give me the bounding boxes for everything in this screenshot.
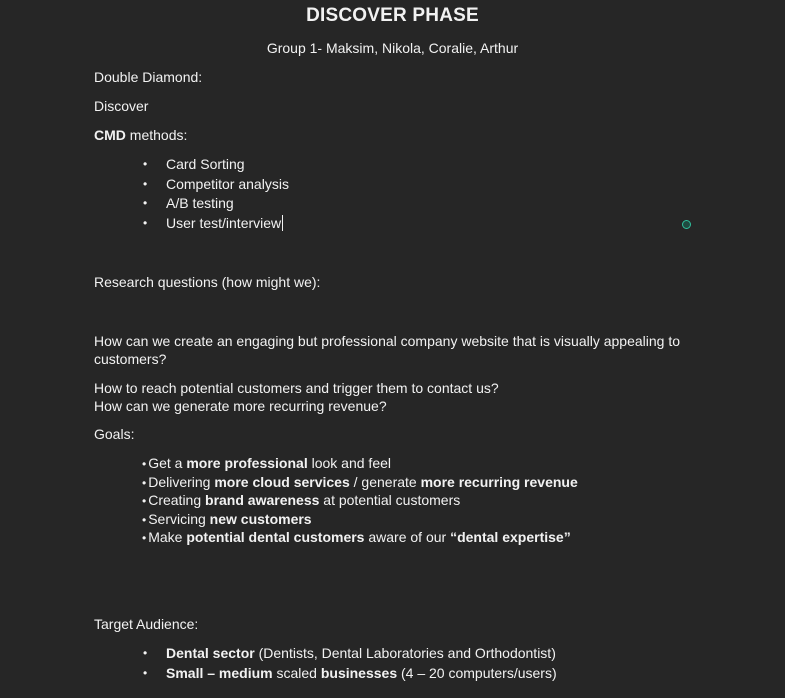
audience-list: • Dental sector (Dentists, Dental Laborat… [140, 644, 557, 683]
method-text: Competitor analysis [166, 175, 289, 192]
list-item: • Dental sector (Dentists, Dental Laborat… [140, 644, 557, 664]
method-text[interactable]: User test/interview [166, 215, 281, 231]
goal-bold-text: “dental expertise” [450, 529, 571, 546]
goal-text: Creating [148, 492, 206, 509]
list-item: • Get a more professional look and feel [142, 454, 578, 473]
audience-bold-text: Small – medium [166, 664, 273, 681]
goal-text: Delivering [148, 473, 215, 490]
bullet-icon: • [142, 531, 147, 546]
goal-text: Servicing [148, 510, 210, 527]
research-question-3: How can we generate more recurring reven… [94, 398, 387, 414]
research-question-2: How to reach potential customers and tri… [94, 380, 499, 396]
list-item[interactable]: • User test/interview [140, 214, 289, 234]
bullet-icon: • [143, 665, 148, 680]
goal-bold-text: brand awareness [205, 492, 320, 509]
bullet-icon: • [142, 475, 147, 490]
discover-label: Discover [94, 98, 149, 114]
bullet-icon: • [143, 157, 148, 171]
list-item: • Competitor analysis [140, 175, 289, 195]
double-diamond-label: Double Diamond: [94, 69, 203, 85]
goal-text: / generate [349, 473, 421, 490]
list-item: • Servicing new customers [142, 510, 578, 529]
goal-bold-text: potential dental customers [186, 529, 365, 546]
research-question-1: How can we create an engaging but profes… [94, 333, 681, 367]
bullet-icon: • [143, 176, 148, 191]
audience-bold-text: Dental sector [166, 645, 255, 661]
page-title: DISCOVER PHASE [306, 5, 479, 26]
list-item: • Creating brand awareness at potential c… [142, 491, 578, 510]
bullet-icon: • [142, 494, 147, 509]
audience-text: scaled [272, 664, 321, 681]
goal-text: Get a [148, 455, 187, 471]
list-item: • Small – medium scaled businesses (4 – 2… [140, 664, 557, 684]
audience-text: (Dentists, Dental Laboratories and Ortho… [254, 645, 556, 661]
list-item: • Card Sorting [140, 155, 289, 175]
method-text: A/B testing [166, 195, 234, 211]
cmd-bold-text: CMD [94, 127, 126, 143]
goal-text: aware of our [364, 529, 451, 546]
goal-text: look and feel [307, 455, 392, 471]
methods-list: • Card Sorting • Competitor analysis • A/B … [140, 155, 289, 233]
goals-list: • Get a more professional look and feel •… [142, 454, 578, 547]
goal-text: at potential customers [319, 492, 461, 509]
goal-text: Make [148, 529, 187, 546]
list-item: • Delivering more cloud services / genera… [142, 473, 578, 492]
research-questions-label: Research questions (how might we): [94, 274, 321, 290]
goal-bold-text: more recurring revenue [420, 473, 578, 490]
bullet-icon: • [142, 457, 147, 471]
audience-bold-text: businesses [320, 664, 398, 681]
bullet-icon: • [143, 196, 148, 210]
cmd-methods-heading: CMD methods: [94, 127, 187, 143]
goal-bold-text: more professional [186, 455, 308, 471]
audience-text: (4 – 20 computers/users) [397, 664, 557, 681]
method-text: Card Sorting [166, 156, 245, 172]
goal-bold-text: new customers [209, 510, 312, 527]
group-subtitle: Group 1- Maksim, Nikola, Coralie, Arthur [266, 40, 519, 56]
list-item: • A/B testing [140, 194, 289, 214]
methods-text: methods: [125, 127, 188, 143]
text-cursor [282, 214, 284, 231]
goal-bold-text: more cloud services [214, 473, 350, 490]
bullet-icon: • [142, 512, 147, 527]
target-audience-label: Target Audience: [94, 616, 199, 632]
collaborator-cursor-marker[interactable] [682, 220, 691, 229]
list-item: • Make potential dental customers aware o… [142, 528, 578, 547]
bullet-icon: • [143, 215, 148, 230]
goals-label: Goals: [94, 426, 135, 442]
bullet-icon: • [143, 646, 148, 660]
